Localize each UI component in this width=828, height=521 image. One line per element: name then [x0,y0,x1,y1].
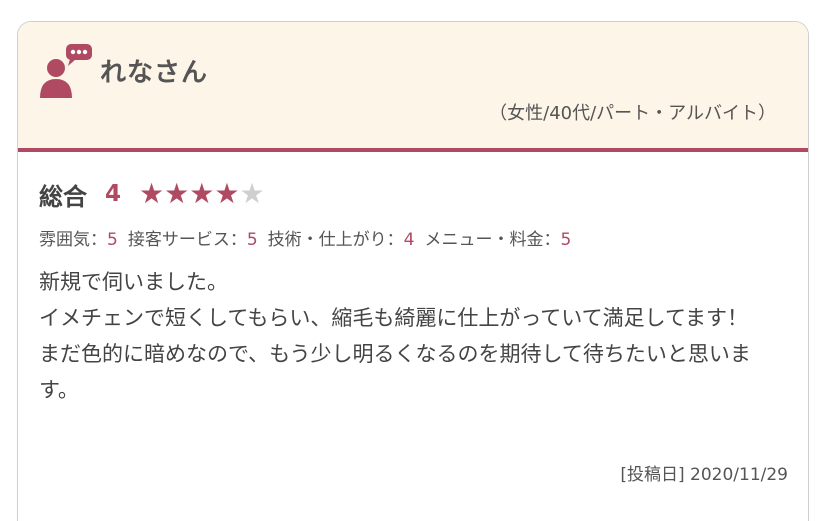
sub-rating-label: メニュー・料金： [424,230,561,250]
sub-rating-label: 接客サービス： [127,230,247,250]
overall-rating: 総合 4 ★ ★ ★ ★ ★ [39,176,265,212]
user-comment-icon [40,44,92,98]
sub-rating: 雰囲気：5 [39,230,118,250]
sub-rating-value: 5 [560,230,572,250]
reviewer-profile: （女性/40代/パート・アルバイト） [489,103,776,124]
sub-rating-label: 雰囲気： [39,230,107,250]
star-icon: ★ [189,177,215,210]
star-rating: ★ ★ ★ ★ ★ [139,180,265,208]
overall-score: 4 [105,181,122,207]
reviewer-name: れなさん [100,58,209,88]
sub-rating-label: 技術・仕上がり： [267,230,404,250]
sub-rating-value: 5 [107,230,118,250]
posted-date: [投稿日] 2020/11/29 [620,465,788,485]
sub-rating: 技術・仕上がり：4 [268,230,415,250]
star-icon: ★ [139,177,165,210]
star-icon: ★ [164,177,190,210]
sub-ratings: 雰囲気：5 接客サービス：5 技術・仕上がり：4 メニュー・料金：5 [39,225,581,250]
sub-rating: 接客サービス：5 [128,230,258,250]
sub-rating-value: 5 [246,230,258,250]
review-card: れなさん （女性/40代/パート・アルバイト） 総合 4 ★ ★ ★ ★ ★ 雰囲気：5… [17,21,809,521]
review-text: 新規で伺いました。 イメチェンで短くしてもらい、縮毛も綺麗に仕上がっていて満足し… [39,270,751,402]
sub-rating-value: 4 [403,230,415,250]
star-icon: ★ [239,177,265,210]
overall-label: 総合 [39,182,87,211]
sub-rating: メニュー・料金：5 [424,230,571,250]
review-header: れなさん （女性/40代/パート・アルバイト） [18,22,808,152]
star-icon: ★ [214,177,240,210]
